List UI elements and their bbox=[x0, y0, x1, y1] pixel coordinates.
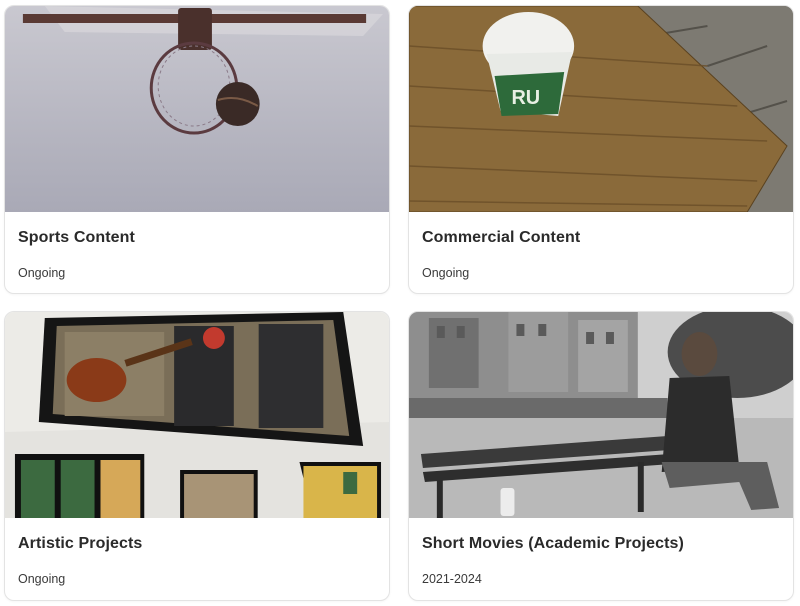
project-grid: Sports Content Ongoing RU Commercial Con… bbox=[0, 0, 800, 606]
card-status: 2021-2024 bbox=[422, 572, 482, 586]
card-title: Short Movies (Academic Projects) bbox=[422, 535, 684, 552]
paper-cup-image: RU bbox=[409, 6, 793, 212]
artistic-thumbnail[interactable] bbox=[5, 312, 389, 518]
card-title: Commercial Content bbox=[422, 229, 581, 246]
basketball-hoop-image bbox=[5, 6, 389, 212]
svg-text:RU: RU bbox=[511, 87, 540, 109]
card-title: Artistic Projects bbox=[18, 535, 143, 552]
card-status: Ongoing bbox=[18, 266, 66, 280]
project-card-sports[interactable]: Sports Content Ongoing bbox=[4, 5, 390, 294]
man-on-bench-image bbox=[409, 312, 793, 518]
card-status: Ongoing bbox=[18, 572, 66, 586]
project-card-commercial[interactable]: RU Commercial Content Ongoing bbox=[408, 5, 794, 294]
card-status: Ongoing bbox=[422, 266, 470, 280]
project-card-artistic[interactable]: Artistic Projects Ongoing bbox=[4, 311, 390, 601]
musicians-collage-image bbox=[5, 312, 389, 518]
project-card-short-movies[interactable]: Short Movies (Academic Projects) 2021-20… bbox=[408, 311, 794, 601]
short-movies-thumbnail[interactable] bbox=[409, 312, 793, 518]
sports-thumbnail[interactable] bbox=[5, 6, 389, 212]
card-title: Sports Content bbox=[18, 229, 135, 246]
commercial-thumbnail[interactable]: RU bbox=[409, 6, 793, 212]
